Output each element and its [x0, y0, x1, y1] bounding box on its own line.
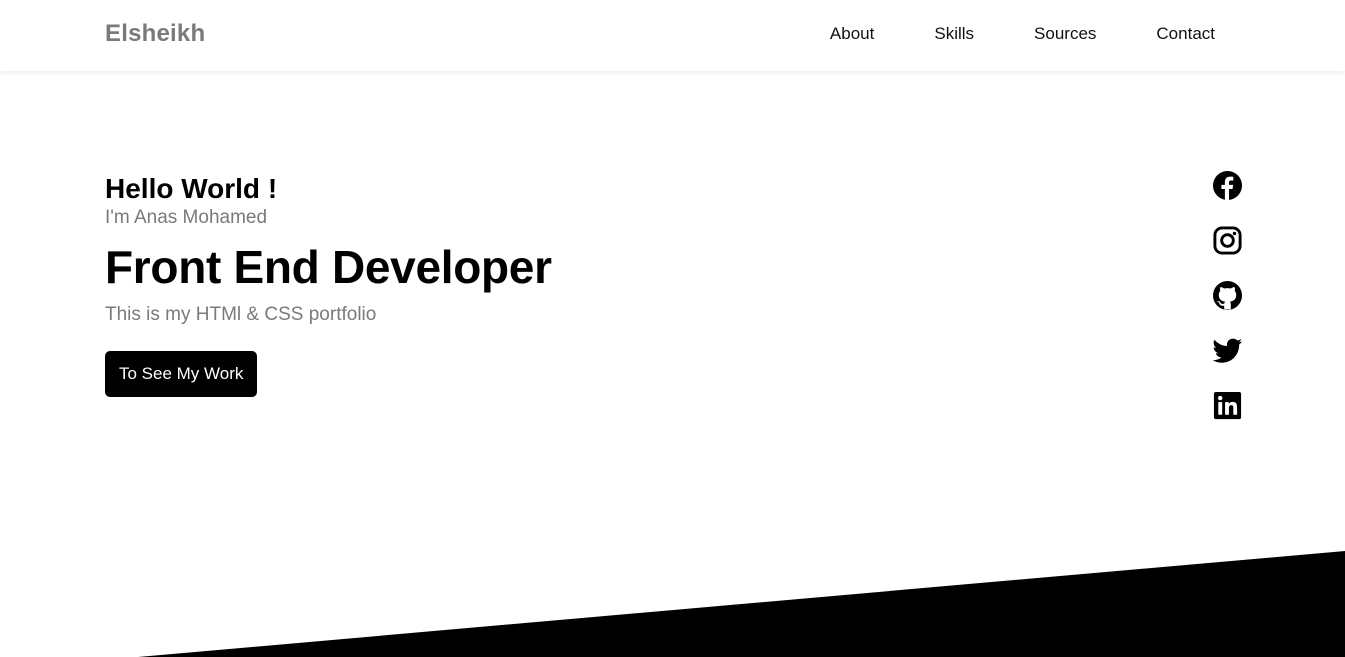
main-nav: About Skills Sources Contact: [830, 24, 1215, 44]
facebook-link[interactable]: [1212, 170, 1244, 201]
twitter-icon: [1212, 338, 1243, 363]
facebook-icon: [1212, 170, 1243, 201]
hero-role-title: Front End Developer: [105, 241, 552, 293]
nav-link-contact[interactable]: Contact: [1156, 24, 1215, 44]
site-logo[interactable]: Elsheikh: [105, 20, 205, 48]
nav-link-sources[interactable]: Sources: [1034, 24, 1096, 44]
github-icon: [1212, 280, 1243, 311]
github-link[interactable]: [1212, 280, 1244, 311]
linkedin-icon: [1213, 391, 1242, 420]
social-links: [1212, 170, 1244, 421]
twitter-link[interactable]: [1212, 335, 1244, 366]
instagram-icon: [1213, 226, 1242, 255]
page: Elsheikh About Skills Sources Contact He…: [0, 0, 1345, 657]
hero-intro: I'm Anas Mohamed: [105, 207, 268, 228]
nav-link-skills[interactable]: Skills: [934, 24, 974, 44]
see-my-work-button[interactable]: To See My Work: [105, 351, 258, 397]
linkedin-link[interactable]: [1212, 390, 1244, 421]
hero-tagline: This is my HTMl & CSS portfolio: [105, 304, 377, 325]
site-header: Elsheikh About Skills Sources Contact: [0, 0, 1345, 71]
hero-greeting: Hello World !: [105, 173, 278, 204]
nav-link-about[interactable]: About: [830, 24, 874, 44]
hero-section: Hello World ! I'm Anas Mohamed Front End…: [105, 172, 552, 397]
instagram-link[interactable]: [1212, 225, 1244, 256]
